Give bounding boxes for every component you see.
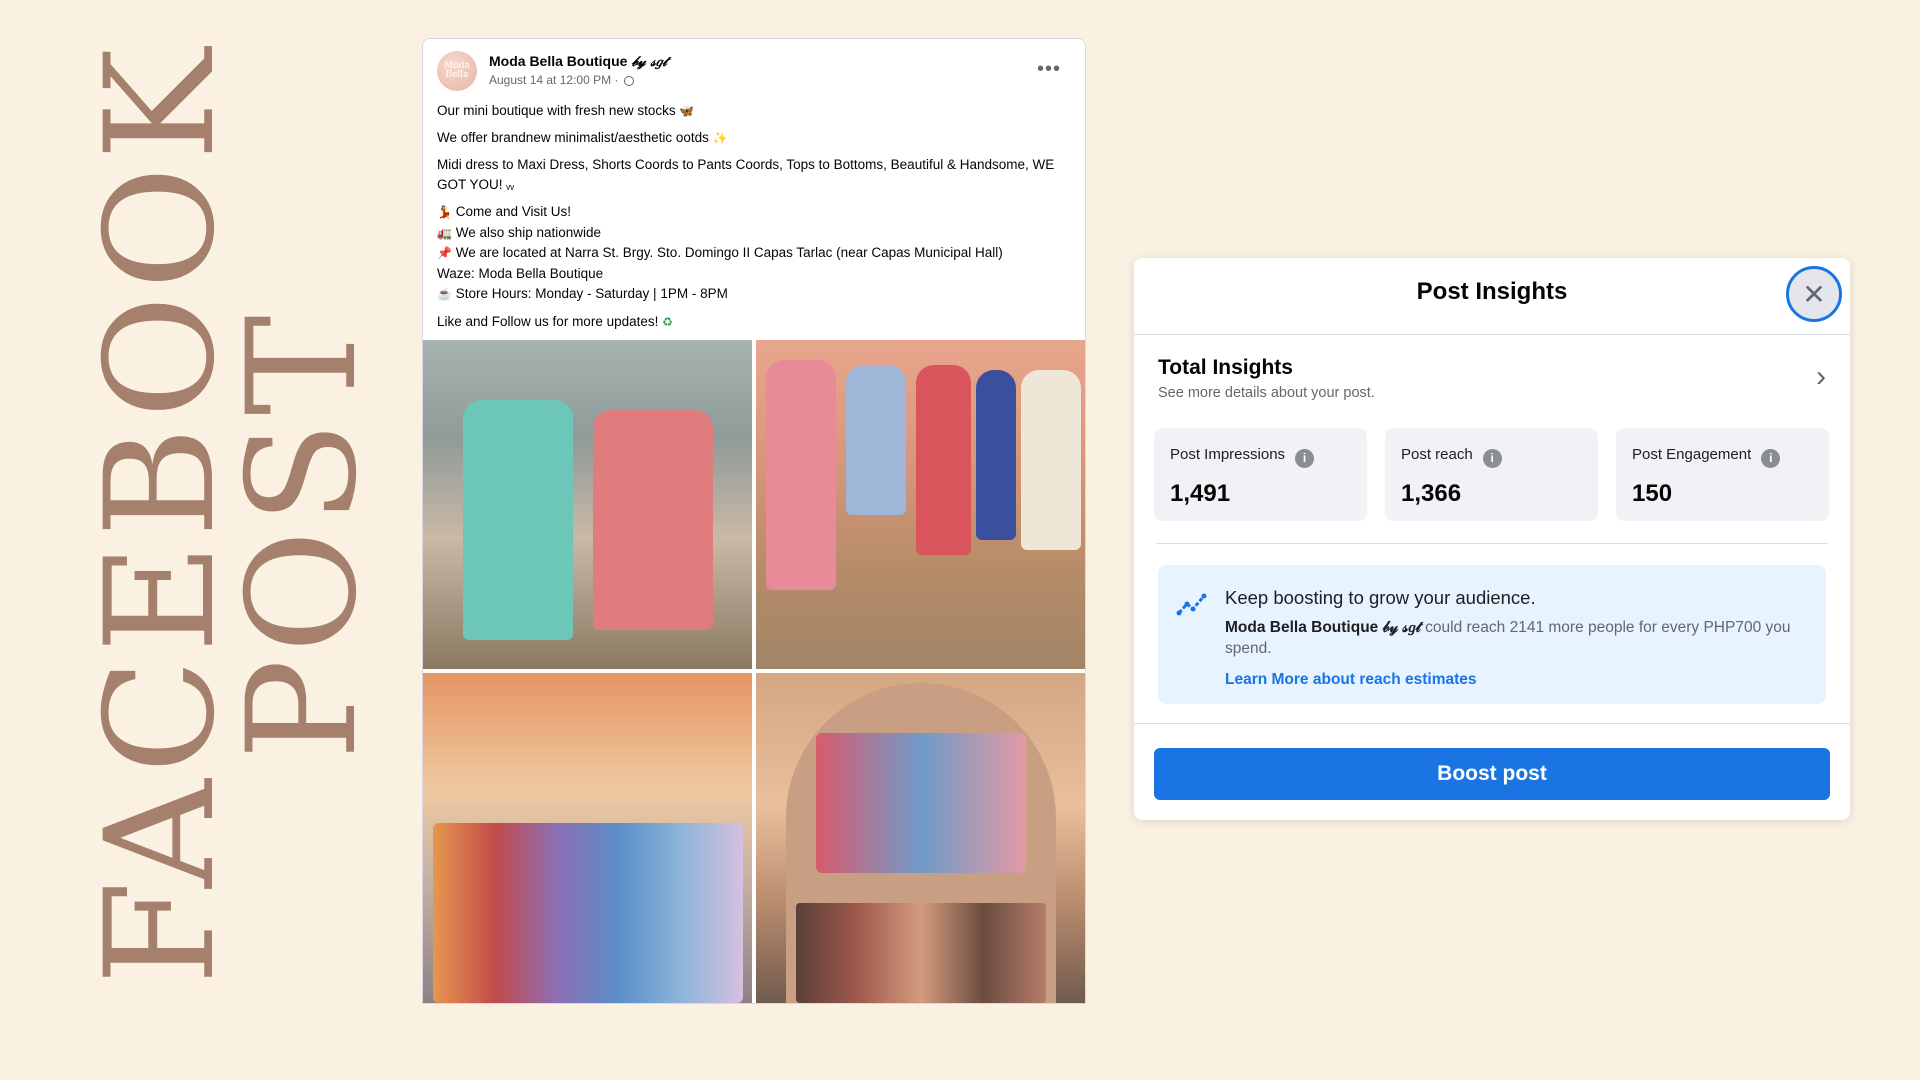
info-icon[interactable]: i bbox=[1761, 449, 1781, 468]
post-line-text: Midi dress to Maxi Dress, Shorts Coords … bbox=[437, 157, 1055, 192]
post-line-text: Like and Follow us for more updates! bbox=[437, 313, 659, 329]
page-avatar[interactable]: Moda Bella bbox=[437, 51, 477, 91]
post-line: We offer brandnew minimalist/aesthetic o… bbox=[437, 128, 1065, 148]
photo-neon-sign-rack[interactable] bbox=[423, 673, 752, 1003]
timestamp-text: August 14 at 12:00 PM · bbox=[489, 73, 619, 87]
stat-label-text: Post Engagement bbox=[1632, 446, 1752, 463]
pink-jumpsuit bbox=[766, 360, 836, 590]
info-icon[interactable]: i bbox=[1295, 449, 1315, 468]
title-line-post: POST bbox=[216, 309, 390, 760]
trending-up-icon bbox=[1176, 593, 1207, 616]
dancer-icon: 💃 bbox=[437, 205, 452, 219]
globe-icon bbox=[623, 76, 634, 86]
chevron-right-icon: › bbox=[1816, 360, 1826, 393]
arrows-icon: ᵥᵥ bbox=[506, 178, 515, 192]
page-name[interactable]: Moda Bella Boutique 𝒷𝓎 𝓈𝑔𝓉 bbox=[489, 53, 667, 70]
post-line-text: We are located at Narra St. Brgy. Sto. D… bbox=[455, 245, 1003, 260]
stat-value: 150 bbox=[1632, 480, 1673, 507]
photo-clothing-rack-wall[interactable] bbox=[756, 340, 1085, 669]
avatar-logo-text: Moda Bella bbox=[444, 61, 470, 80]
post-line: Midi dress to Maxi Dress, Shorts Coords … bbox=[437, 155, 1065, 195]
pink-dress bbox=[593, 410, 713, 630]
info-icon[interactable]: i bbox=[1482, 449, 1502, 468]
post-insights-panel: Post Insights ✕ Total Insights See more … bbox=[1134, 258, 1850, 820]
page-name-text: Moda Bella Boutique bbox=[489, 53, 628, 69]
stat-label-text: Post reach bbox=[1401, 446, 1473, 463]
navy-dress bbox=[976, 370, 1016, 540]
teal-dress bbox=[463, 400, 573, 640]
total-insights-title: Total Insights bbox=[1158, 356, 1293, 379]
title-line-facebook: FACEBOOK bbox=[74, 42, 248, 985]
post-timestamp[interactable]: August 14 at 12:00 PM · bbox=[489, 73, 634, 87]
post-line-text: Waze: Moda Bella Boutique bbox=[437, 265, 604, 281]
divider bbox=[1134, 723, 1850, 724]
red-stripe-dress bbox=[916, 365, 971, 555]
post-line-text: Store Hours: Monday - Saturday | 1PM - 8… bbox=[455, 286, 728, 301]
sparkles-icon: ✨ bbox=[712, 131, 728, 145]
photo-mirror-selfie[interactable] bbox=[756, 673, 1085, 1003]
post-line-text: Our mini boutique with fresh new stocks bbox=[437, 103, 676, 118]
post-line-text: We offer brandnew minimalist/aesthetic o… bbox=[437, 130, 709, 145]
stat-card-reach: Post reach i 1,366 bbox=[1385, 428, 1598, 521]
stat-label: Post Impressions i bbox=[1170, 446, 1315, 468]
post-text: Our mini boutique with fresh new stocks … bbox=[437, 101, 1065, 339]
mirror-dresses bbox=[816, 733, 1026, 873]
learn-more-link[interactable]: Learn More about reach estimates bbox=[1225, 671, 1477, 689]
stat-value: 1,491 bbox=[1170, 480, 1231, 507]
close-button[interactable]: ✕ bbox=[1786, 266, 1842, 322]
coffee-icon: ☕ bbox=[437, 287, 452, 301]
post-line-group: 💃 Come and Visit Us! 🚛 We also ship nati… bbox=[437, 202, 1065, 305]
butterfly-icon: 🦋 bbox=[679, 104, 695, 118]
stat-label: Post reach i bbox=[1401, 446, 1502, 468]
cream-dress bbox=[1021, 370, 1081, 550]
blue-dress bbox=[846, 365, 906, 515]
vertical-title: FACEBOOK POST bbox=[0, 0, 390, 1080]
pin-icon: 📌 bbox=[437, 246, 452, 260]
facebook-post-card: Moda Bella Moda Bella Boutique 𝒷𝓎 𝓈𝑔𝓉 Aug… bbox=[422, 38, 1086, 1004]
stat-card-impressions: Post Impressions i 1,491 bbox=[1154, 428, 1367, 521]
tip-description: Moda Bella Boutique 𝒷𝓎 𝓈𝑔𝓉 could reach 2… bbox=[1225, 617, 1795, 659]
tip-title: Keep boosting to grow your audience. bbox=[1225, 587, 1536, 608]
divider bbox=[1134, 334, 1850, 335]
post-line-text: We also ship nationwide bbox=[455, 224, 602, 240]
boost-tip-box: Keep boosting to grow your audience. Mod… bbox=[1158, 565, 1826, 704]
boost-post-button[interactable]: Boost post bbox=[1154, 748, 1830, 800]
clothes-row bbox=[433, 823, 743, 1003]
photo-grid bbox=[423, 340, 1085, 1003]
truck-icon: 🚛 bbox=[437, 225, 452, 240]
post-line-text: Come and Visit Us! bbox=[455, 204, 572, 219]
stat-card-engagement: Post Engagement i 150 bbox=[1616, 428, 1829, 521]
post-header: Moda Bella Moda Bella Boutique 𝒷𝓎 𝓈𝑔𝓉 Aug… bbox=[437, 51, 1071, 97]
post-line: Like and Follow us for more updates! ♻ bbox=[437, 312, 1065, 332]
more-options-icon[interactable]: ••• bbox=[1037, 59, 1061, 79]
close-icon: ✕ bbox=[1802, 278, 1826, 310]
stat-label-text: Post Impressions bbox=[1170, 446, 1286, 463]
post-line: Our mini boutique with fresh new stocks … bbox=[437, 101, 1065, 121]
recycle-icon: ♻ bbox=[662, 314, 673, 329]
stat-value: 1,366 bbox=[1401, 480, 1462, 507]
stat-label: Post Engagement i bbox=[1632, 446, 1781, 468]
total-insights-subtitle: See more details about your post. bbox=[1158, 385, 1375, 401]
photo-storefront-dresses[interactable] bbox=[423, 340, 752, 669]
page-name-suffix: 𝒷𝓎 𝓈𝑔𝓉 bbox=[631, 54, 667, 70]
mirror-clothes-row bbox=[796, 903, 1046, 1003]
tip-page-name: Moda Bella Boutique 𝒷𝓎 𝓈𝑔𝓉 bbox=[1225, 619, 1421, 636]
divider bbox=[1156, 543, 1828, 544]
insights-title: Post Insights bbox=[1416, 278, 1568, 305]
